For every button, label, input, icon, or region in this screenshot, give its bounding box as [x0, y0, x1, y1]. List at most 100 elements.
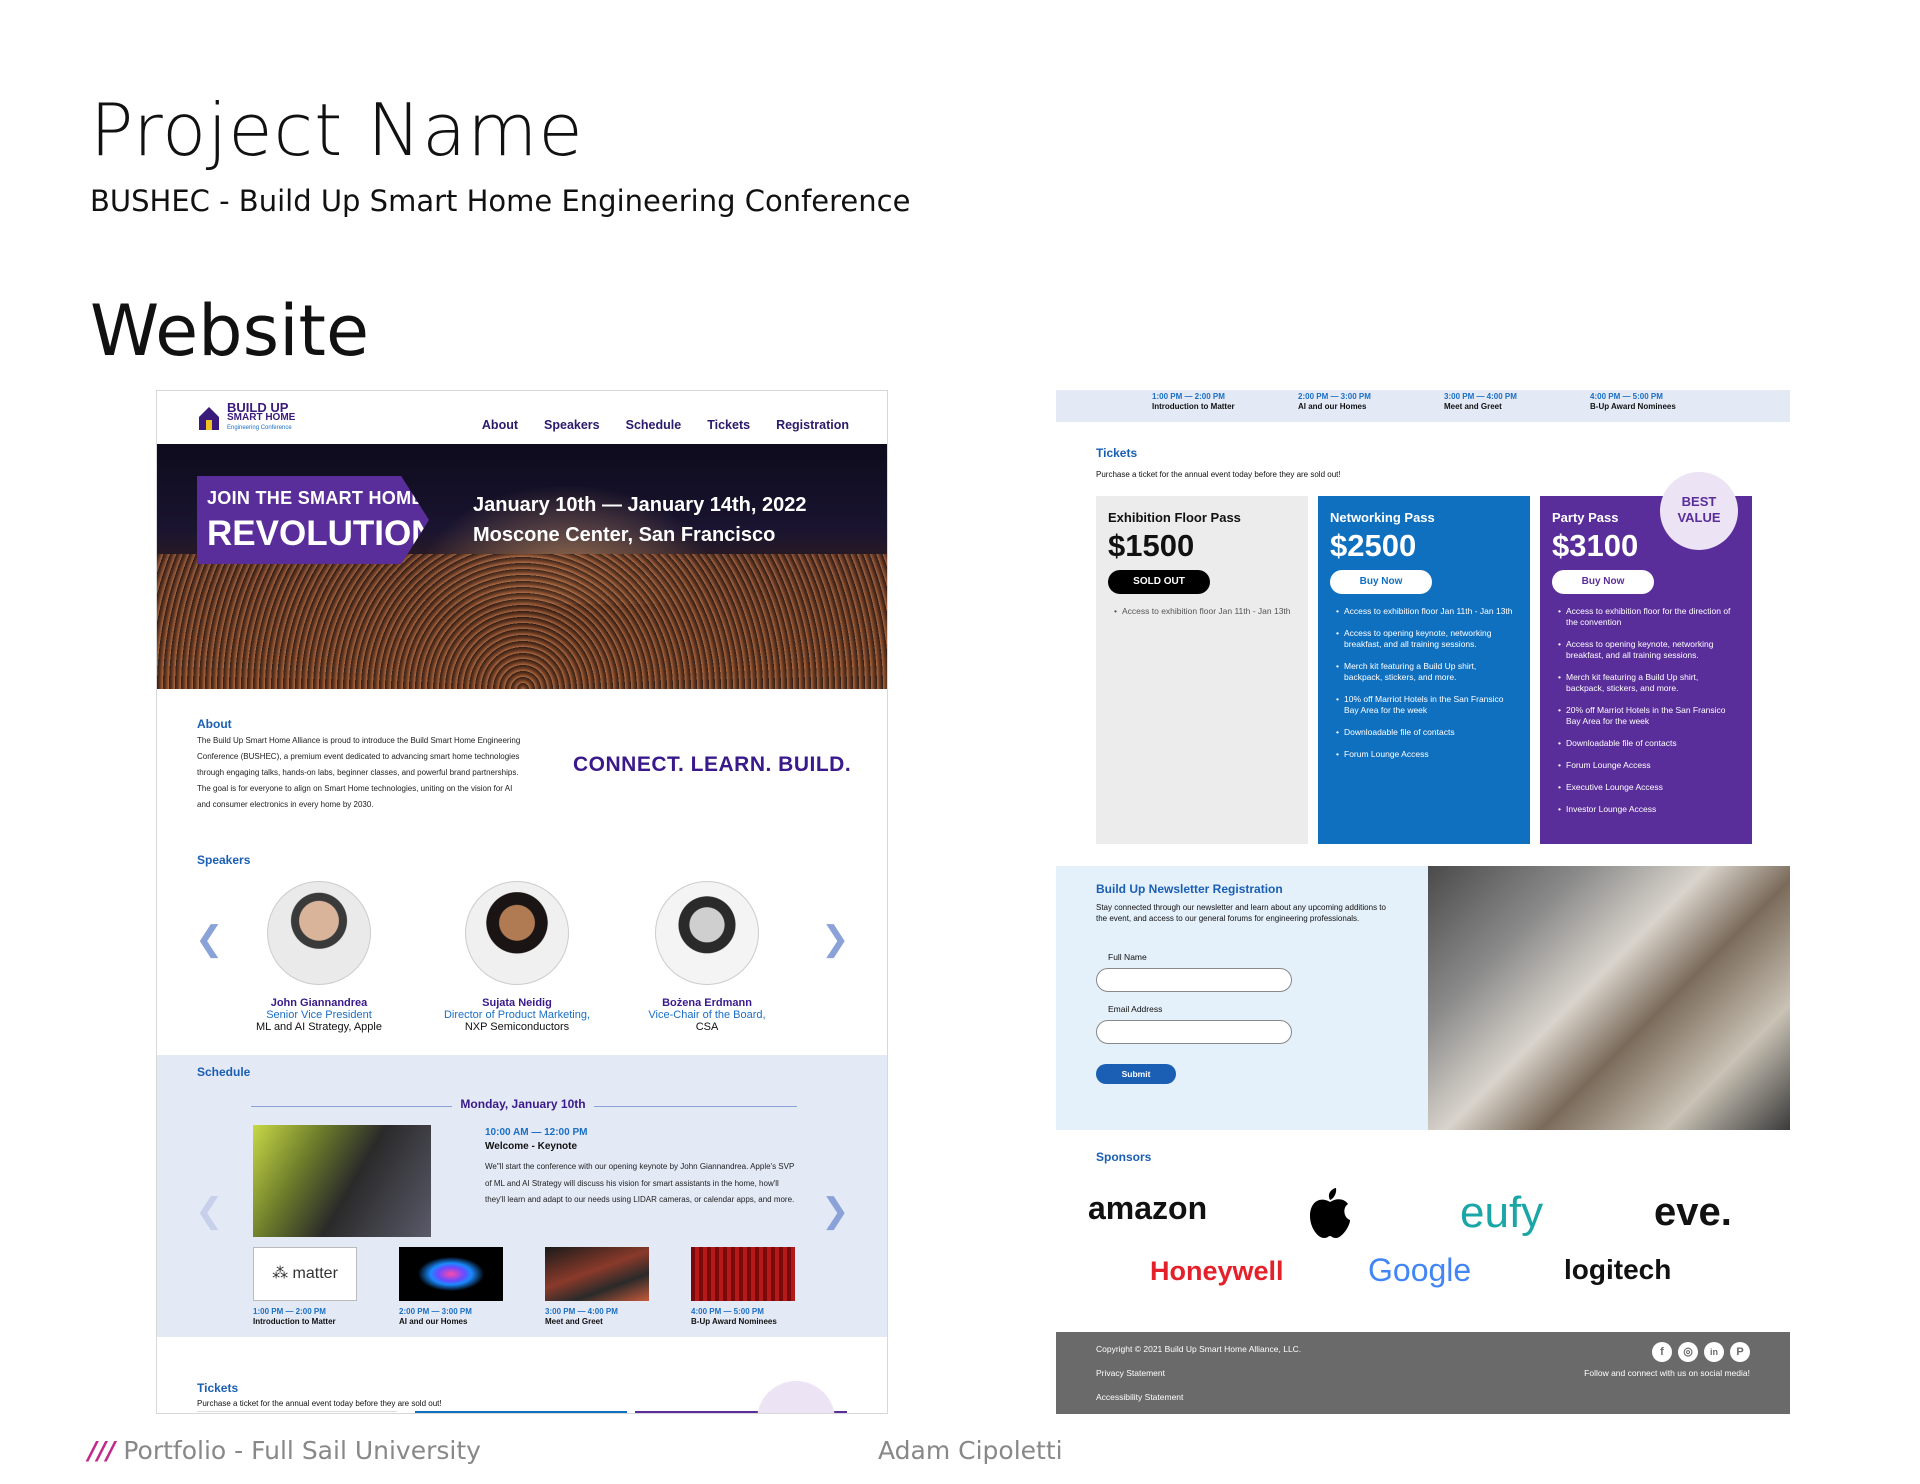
- newsletter-text: Stay connected through our newsletter an…: [1096, 903, 1386, 923]
- speaker-card[interactable]: Sujata Neidig Director of Product Market…: [427, 881, 607, 1033]
- ticket-card-edge: [197, 1411, 397, 1413]
- accessibility-link[interactable]: Accessibility Statement: [1096, 1392, 1183, 1402]
- page-subtitle: BUSHEC - Build Up Smart Home Engineering…: [90, 184, 911, 218]
- ticket-feature: Access to opening keynote, networking br…: [1336, 628, 1516, 650]
- speaker-avatar: [655, 881, 759, 985]
- ticket-feature: Downloadable file of contacts: [1558, 738, 1738, 749]
- about-text: The Build Up Smart Home Alliance is prou…: [197, 736, 521, 809]
- ticket-feature: Merch kit featuring a Build Up shirt, ba…: [1336, 661, 1516, 683]
- logitech-logo[interactable]: logitech: [1564, 1254, 1671, 1286]
- session-caption: 2:00 PM — 3:00 PM AI and our Homes: [1298, 392, 1371, 411]
- house-icon: [199, 407, 219, 430]
- copyright: Copyright © 2021 Build Up Smart Home All…: [1096, 1344, 1302, 1354]
- sold-out-button[interactable]: SOLD OUT: [1108, 570, 1210, 594]
- tickets-intro: Purchase a ticket for the annual event t…: [1096, 470, 1341, 479]
- nav-schedule[interactable]: Schedule: [626, 418, 682, 432]
- linkedin-icon[interactable]: in: [1704, 1342, 1724, 1362]
- hero-banner-big: REVOLUTION: [207, 514, 437, 553]
- page-title: Project Name: [90, 88, 584, 172]
- full-name-label: Full Name: [1108, 952, 1147, 962]
- google-logo[interactable]: Google: [1368, 1252, 1471, 1289]
- ticket-name: Party Pass: [1552, 510, 1619, 525]
- buy-now-button[interactable]: Buy Now: [1552, 570, 1654, 594]
- site-logo[interactable]: BUILD UP SMART HOME Engineering Conferen…: [197, 401, 296, 433]
- ticket-feature: Investor Lounge Access: [1558, 804, 1738, 815]
- pinterest-icon[interactable]: P: [1730, 1342, 1750, 1362]
- nav-speakers[interactable]: Speakers: [544, 418, 600, 432]
- nav-about[interactable]: About: [482, 418, 518, 432]
- matter-icon: ⁂: [272, 1265, 289, 1282]
- apple-logo[interactable]: [1306, 1186, 1354, 1240]
- speakers-prev-icon[interactable]: ❮: [195, 919, 224, 959]
- schedule-next-icon[interactable]: ❯: [821, 1191, 850, 1231]
- ticket-name: Exhibition Floor Pass: [1108, 510, 1241, 525]
- handshake-photo: [1428, 866, 1790, 1130]
- best-value-badge-partial: [757, 1381, 835, 1413]
- hero-date: January 10th — January 14th, 2022: [473, 494, 807, 516]
- session-caption: 3:00 PM — 4:00 PM Meet and Greet: [1444, 392, 1517, 411]
- ticket-feature: 10% off Marriot Hotels in the San Fransi…: [1336, 694, 1516, 716]
- eve-logo[interactable]: eve.: [1654, 1190, 1732, 1235]
- ticket-feature: Executive Lounge Access: [1558, 782, 1738, 793]
- nav-tickets[interactable]: Tickets: [707, 418, 750, 432]
- eufy-logo[interactable]: eufy: [1460, 1188, 1543, 1238]
- submit-button[interactable]: Submit: [1096, 1064, 1176, 1084]
- schedule-strip: 1:00 PM — 2:00 PM Introduction to Matter …: [1056, 390, 1790, 422]
- session-thumb[interactable]: [399, 1247, 503, 1301]
- speaker-card[interactable]: Bożena Erdmann Vice-Chair of the Board, …: [617, 881, 797, 1033]
- ticket-feature: Forum Lounge Access: [1558, 760, 1738, 771]
- session-thumb[interactable]: [691, 1247, 795, 1301]
- ticket-feature: Downloadable file of contacts: [1336, 727, 1516, 738]
- tickets-intro: Purchase a ticket for the annual event t…: [197, 1399, 442, 1408]
- speaker-card[interactable]: John Giannandrea Senior Vice President M…: [229, 881, 409, 1033]
- schedule-section: Schedule Monday, January 10th ❮ ❯ 10:00 …: [157, 1055, 887, 1337]
- tagline: CONNECT. LEARN. BUILD.: [573, 753, 852, 776]
- tickets-heading: Tickets: [197, 1381, 239, 1395]
- privacy-link[interactable]: Privacy Statement: [1096, 1368, 1165, 1378]
- speaker-avatar: [267, 881, 371, 985]
- session-caption: 1:00 PM — 2:00 PM Introduction to Matter: [1152, 392, 1235, 411]
- honeywell-logo[interactable]: Honeywell: [1150, 1256, 1284, 1287]
- speakers-heading: Speakers: [197, 853, 251, 867]
- session-caption: 4:00 PM — 5:00 PM B-Up Award Nominees: [1590, 392, 1676, 411]
- nav-registration[interactable]: Registration: [776, 418, 849, 432]
- schedule-day: Monday, January 10th: [452, 1097, 594, 1111]
- logo-line2: SMART HOME: [227, 412, 296, 423]
- session-caption: 2:00 PM — 3:00 PM AI and our Homes: [399, 1307, 472, 1326]
- author-name: Adam Cipoletti: [878, 1436, 1063, 1465]
- schedule-prev-icon[interactable]: ❮: [195, 1191, 224, 1231]
- session-caption: 3:00 PM — 4:00 PM Meet and Greet: [545, 1307, 618, 1326]
- speaker-org: ML and AI Strategy, Apple: [256, 1021, 382, 1033]
- email-label: Email Address: [1108, 1004, 1163, 1014]
- facebook-icon[interactable]: f: [1652, 1342, 1672, 1362]
- session-caption: 1:00 PM — 2:00 PM Introduction to Matter: [253, 1307, 336, 1326]
- ticket-feature: 20% off Marriot Hotels in the San Fransi…: [1558, 705, 1738, 727]
- about-heading: About: [197, 717, 232, 731]
- full-name-field[interactable]: [1096, 968, 1292, 992]
- keynote-desc: We"ll start the conference with our open…: [485, 1162, 795, 1204]
- speakers-next-icon[interactable]: ❯: [821, 919, 850, 959]
- speaker-org: NXP Semiconductors: [464, 1021, 570, 1033]
- crowd-image: [157, 554, 887, 689]
- session-thumb[interactable]: ⁂ matter: [253, 1247, 357, 1301]
- newsletter-heading: Build Up Newsletter Registration: [1096, 882, 1283, 896]
- slash-marks: ///: [88, 1436, 116, 1465]
- speaker-role: Vice-Chair of the Board,: [648, 1009, 766, 1021]
- speaker-avatar: [465, 881, 569, 985]
- social-text: Follow and connect with us on social med…: [1584, 1368, 1750, 1378]
- instagram-icon[interactable]: ◎: [1678, 1342, 1698, 1362]
- hero-cta-banner: JOIN THE SMART HOME REVOLUTION: [197, 476, 429, 564]
- amazon-logo[interactable]: amazon: [1088, 1190, 1207, 1227]
- ticket-price: $3100: [1552, 528, 1639, 563]
- session-thumb-label: matter: [292, 1265, 338, 1282]
- ticket-feature: Access to exhibition floor for the direc…: [1558, 606, 1738, 628]
- ticket-price: $1500: [1108, 528, 1195, 563]
- keynote-image: [253, 1125, 431, 1237]
- session-thumb[interactable]: [545, 1247, 649, 1301]
- portfolio-footer: /// Portfolio - Full Sail University: [88, 1436, 481, 1465]
- ticket-price: $2500: [1330, 528, 1417, 563]
- portfolio-text: Portfolio - Full Sail University: [123, 1436, 481, 1465]
- hero-banner-small: JOIN THE SMART HOME: [207, 488, 424, 508]
- buy-now-button[interactable]: Buy Now: [1330, 570, 1432, 594]
- email-field[interactable]: [1096, 1020, 1292, 1044]
